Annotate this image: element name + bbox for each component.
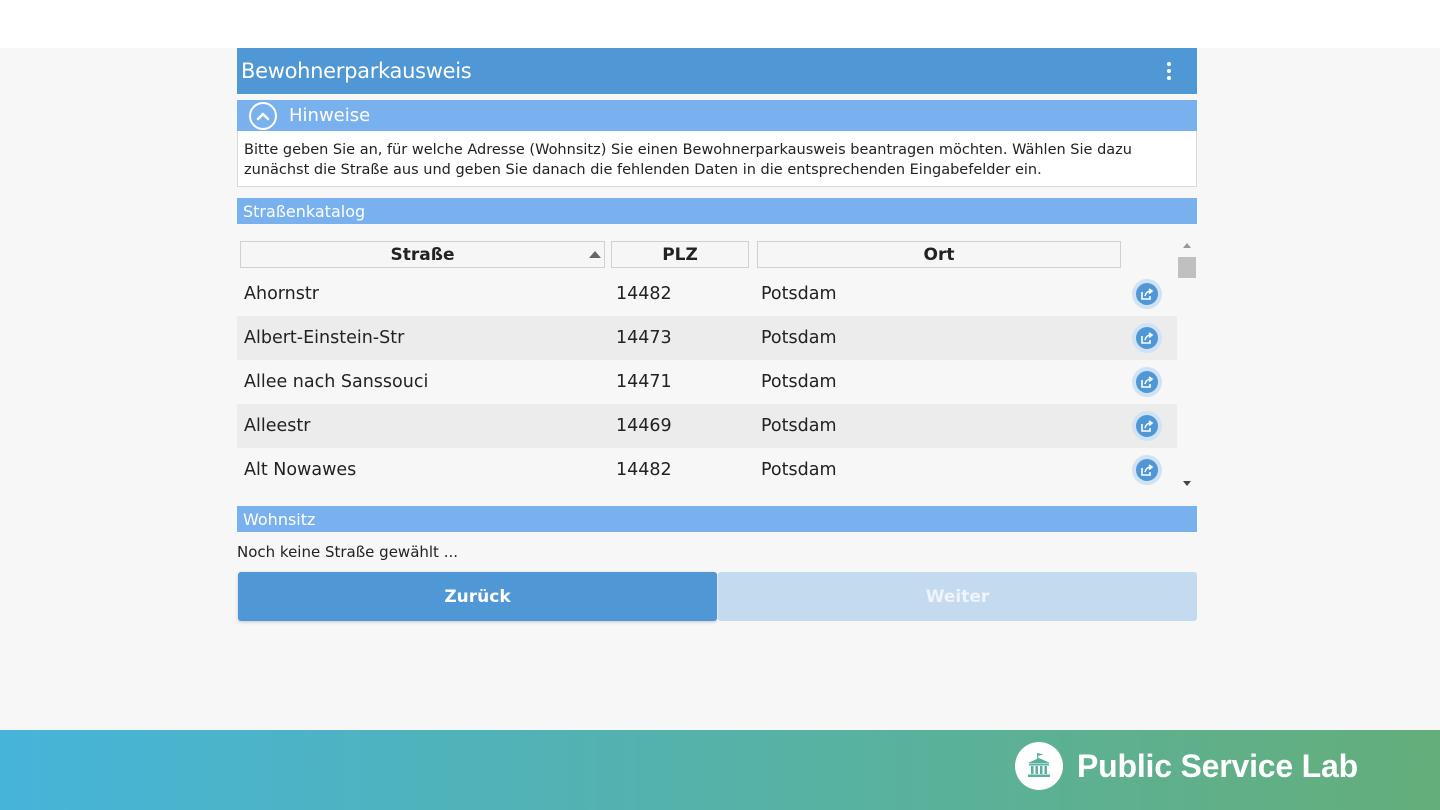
kebab-menu-icon[interactable] (1159, 56, 1179, 86)
table-row[interactable]: Alleestr 14469 Potsdam (237, 404, 1177, 448)
select-row-icon[interactable] (1132, 323, 1162, 353)
street-table: Straße PLZ Ort Ahornstr 14482 Potsdam Al… (237, 234, 1197, 496)
scroll-thumb[interactable] (1178, 257, 1196, 278)
select-row-icon[interactable] (1132, 279, 1162, 309)
back-button[interactable]: Zurück (238, 572, 717, 621)
cell-ort: Potsdam (761, 372, 837, 392)
cell-strasse: Allee nach Sanssouci (244, 372, 429, 392)
cell-ort: Potsdam (761, 460, 837, 480)
brand: Public Service Lab (1015, 742, 1358, 790)
cell-plz: 14473 (616, 328, 672, 348)
hinweise-text: Bitte geben Sie an, für welche Adresse (… (237, 131, 1197, 187)
table-row[interactable]: Ahornstr 14482 Potsdam (237, 272, 1177, 316)
chevron-up-icon[interactable] (249, 101, 277, 130)
brand-name: Public Service Lab (1077, 747, 1358, 784)
cell-plz: 14482 (616, 284, 672, 304)
table-row[interactable]: Albert-Einstein-Str 14473 Potsdam (237, 316, 1177, 360)
column-header-ort[interactable]: Ort (757, 241, 1121, 268)
cell-plz: 14471 (616, 372, 672, 392)
page-title: Bewohnerparkausweis (241, 59, 472, 83)
cell-strasse: Albert-Einstein-Str (244, 328, 405, 348)
wohnsitz-status: Noch keine Straße gewählt ... (237, 543, 459, 561)
cell-ort: Potsdam (761, 416, 837, 436)
cell-ort: Potsdam (761, 328, 837, 348)
cell-strasse: Alleestr (244, 416, 311, 436)
table-row[interactable]: Allee nach Sanssouci 14471 Potsdam (237, 360, 1177, 404)
column-header-label: PLZ (662, 244, 698, 265)
sort-ascending-icon (589, 251, 601, 258)
column-header-label: Ort (923, 244, 955, 265)
footer-banner: Public Service Lab (0, 730, 1440, 810)
column-header-strasse[interactable]: Straße (240, 241, 605, 268)
select-row-icon[interactable] (1132, 367, 1162, 397)
select-row-icon[interactable] (1132, 411, 1162, 441)
table-scrollbar[interactable] (1178, 234, 1196, 496)
government-building-icon (1015, 742, 1063, 790)
cell-ort: Potsdam (761, 284, 837, 304)
scroll-up-icon[interactable] (1183, 243, 1191, 248)
section-strassenkatalog: Straßenkatalog (237, 198, 1197, 224)
form-titlebar: Bewohnerparkausweis (237, 48, 1197, 94)
next-button[interactable]: Weiter (718, 572, 1197, 621)
cell-strasse: Ahornstr (244, 284, 319, 304)
column-header-plz[interactable]: PLZ (611, 241, 749, 268)
cell-plz: 14469 (616, 416, 672, 436)
hinweise-toggle[interactable]: Hinweise (237, 100, 1197, 131)
scroll-down-icon[interactable] (1183, 481, 1191, 486)
cell-strasse: Alt Nowawes (244, 460, 357, 480)
select-row-icon[interactable] (1132, 455, 1162, 485)
app-stage: Bewohnerparkausweis Hinweise Bitte geben… (0, 48, 1440, 730)
cell-plz: 14482 (616, 460, 672, 480)
table-row[interactable]: Alt Nowawes 14482 Potsdam (237, 448, 1177, 492)
hinweise-label: Hinweise (289, 105, 371, 126)
section-wohnsitz: Wohnsitz (237, 506, 1197, 532)
table-body: Ahornstr 14482 Potsdam Albert-Einstein-S… (237, 272, 1177, 492)
column-header-label: Straße (390, 244, 455, 265)
